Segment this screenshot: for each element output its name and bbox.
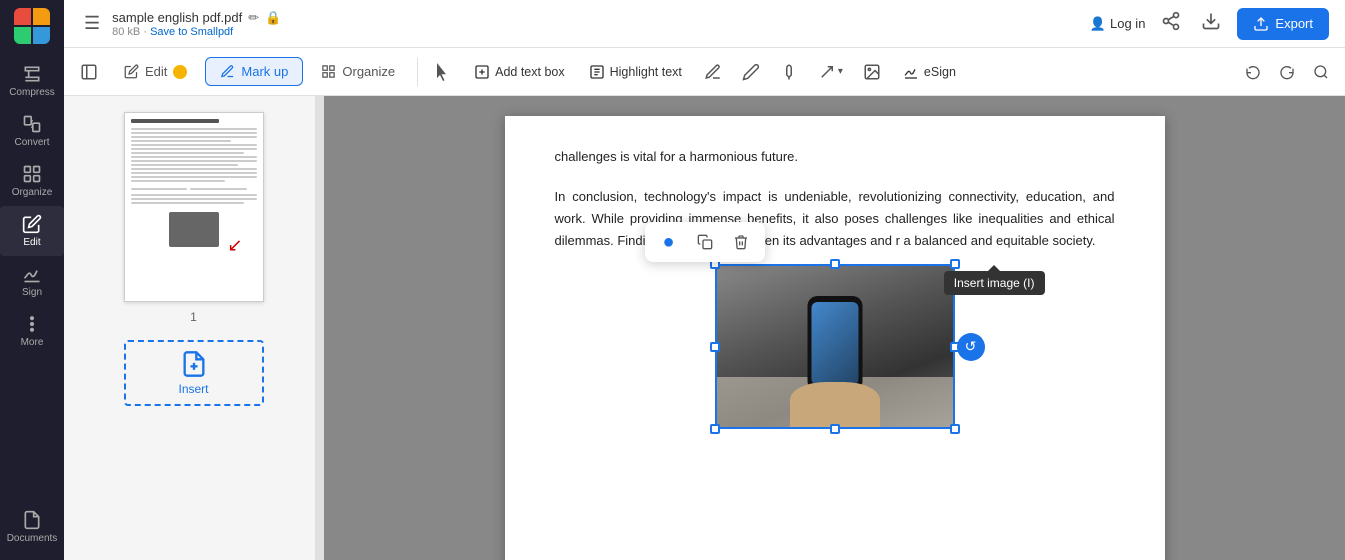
undo-button[interactable] [1237,59,1269,85]
save-to-smallpdf-link[interactable]: Save to Smallpdf [150,26,233,38]
tab-edit[interactable]: Edit [110,58,201,85]
resize-handle-bl[interactable] [710,424,720,434]
image-tool-button[interactable] [855,58,889,86]
copy-button[interactable] [689,226,721,258]
color-picker-button[interactable]: ● [653,226,685,258]
resize-handle-br[interactable] [950,424,960,434]
resize-handle-ml[interactable] [710,342,720,352]
insert-label: Insert [178,382,208,396]
login-button[interactable]: 👤 Log in [1090,16,1146,32]
insert-image-tooltip: Insert image (I) [944,271,1045,295]
menu-button[interactable]: ☰ [80,9,104,38]
highlighter-tool-button[interactable] [772,58,806,86]
tab-markup[interactable]: Mark up [205,57,303,86]
pdf-content-area[interactable]: challenges is vital for a harmonious fut… [324,96,1345,560]
pen-tool-button[interactable] [696,58,730,86]
sidebar-item-sign[interactable]: Sign [0,256,64,306]
file-info: sample english pdf.pdf ✏ 🔒 80 kB · Save … [112,10,1082,38]
export-button[interactable]: Export [1237,8,1329,40]
chevron-down-icon: ▾ [838,66,843,77]
sidebar-item-more[interactable]: More [0,306,64,356]
page-panel: ↙ 1 Insert [64,96,324,560]
redo-button[interactable] [1271,59,1303,85]
page-thumbnails: ↙ 1 [124,112,264,324]
rotate-handle[interactable]: ↺ [957,333,985,361]
search-button[interactable] [1305,59,1337,85]
resize-handle-tm[interactable] [830,259,840,269]
pdf-embedded-image[interactable] [715,264,955,429]
pdf-paragraph-2: In conclusion, technology's impact is un… [555,186,1115,252]
file-name-row: sample english pdf.pdf ✏ 🔒 [112,10,1082,26]
edit-badge [173,65,187,79]
pdf-paragraph-1: challenges is vital for a harmonious fut… [555,146,1115,168]
tab-organize[interactable]: Organize [307,58,409,85]
cursor-tool-button[interactable] [426,58,460,86]
highlight-text-button[interactable]: Highlight text [579,59,692,85]
sidebar-item-compress[interactable]: Compress [0,56,64,106]
sidebar-item-convert[interactable]: Convert [0,106,64,156]
undo-redo-group [1237,59,1337,85]
toolbar-separator-1 [417,58,418,86]
file-name-text: sample english pdf.pdf [112,10,242,25]
add-text-box-button[interactable]: Add text box [464,59,575,85]
pencil-tool-button[interactable] [734,58,768,86]
file-meta: 80 kB · Save to Smallpdf [112,26,1082,38]
edit-pencil-icon[interactable]: ✏ [248,10,259,26]
app-logo[interactable] [14,8,50,44]
resize-handle-bm[interactable] [830,424,840,434]
main-toolbar: Edit Mark up Organize [64,48,1345,96]
line-tool-button[interactable]: ▾ [810,58,851,86]
delete-button[interactable] [725,226,757,258]
sidebar-item-edit[interactable]: Edit [0,206,64,256]
page-scroll-bar[interactable] [315,96,323,560]
pdf-page: challenges is vital for a harmonious fut… [505,116,1165,560]
sidebar-item-documents[interactable]: Documents [0,502,64,552]
resize-handle-tr[interactable] [950,259,960,269]
main-area: ☰ sample english pdf.pdf ✏ 🔒 80 kB · Sav… [64,0,1345,560]
top-header: ☰ sample english pdf.pdf ✏ 🔒 80 kB · Sav… [64,0,1345,48]
esign-button[interactable]: eSign [893,59,966,85]
header-right: 👤 Log in [1090,7,1329,40]
sidebar-item-organize[interactable]: Organize [0,156,64,206]
sidebar: Compress Convert Organize Edit Sign [0,0,64,560]
user-icon: 👤 [1090,16,1106,32]
share-button[interactable] [1157,7,1185,40]
page-number: 1 [190,310,197,324]
thumb-arrow: ↙ [227,235,242,256]
page-thumbnail-1[interactable]: ↙ [124,112,264,302]
image-context-toolbar: ● [645,222,765,262]
selected-image-container[interactable]: ↺ [715,264,955,429]
document-area: ↙ 1 Insert challenges is vital f [64,96,1345,560]
lock-icon[interactable]: 🔒 [265,10,281,26]
download-button[interactable] [1197,7,1225,40]
insert-section[interactable]: Insert [124,340,264,406]
panel-toggle-button[interactable] [72,58,106,86]
